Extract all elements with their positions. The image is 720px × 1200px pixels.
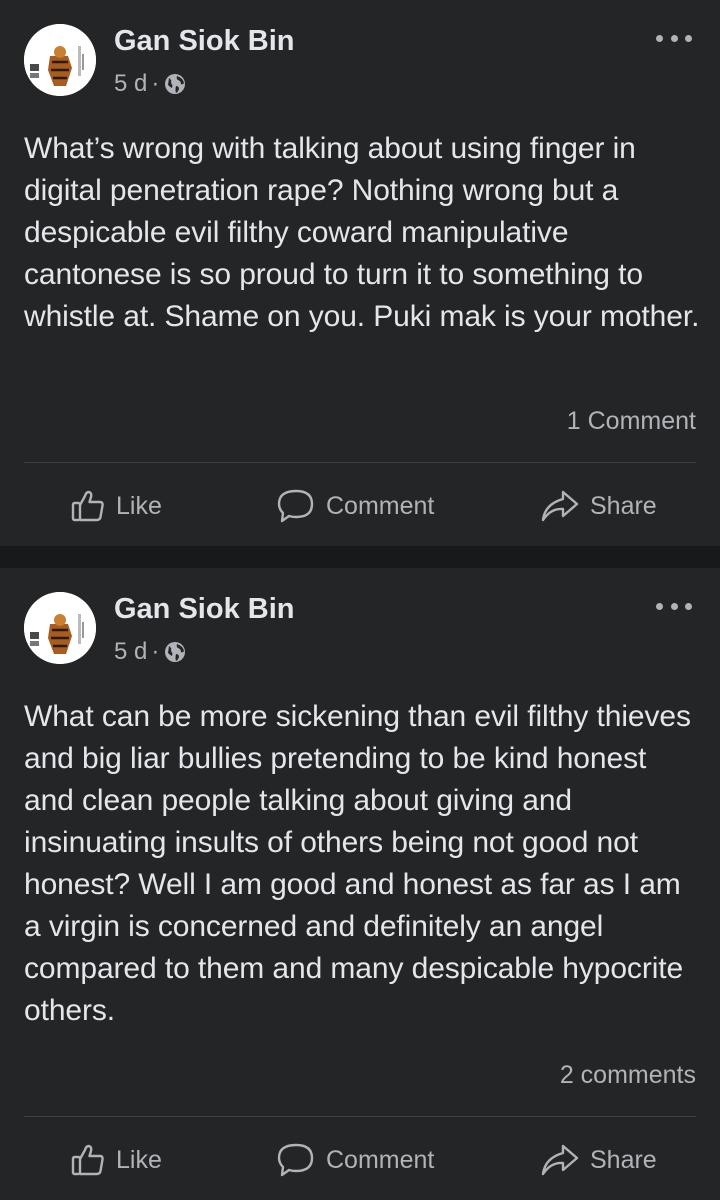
divider	[24, 1116, 696, 1117]
share-icon	[541, 1144, 579, 1176]
more-options-icon[interactable]	[656, 30, 692, 46]
comment-label: Comment	[326, 1145, 435, 1174]
feed-post: Gan Siok Bin 5 d · What can be more sick…	[0, 568, 720, 1200]
globe-icon	[164, 73, 186, 95]
comment-icon	[277, 489, 314, 523]
author-avatar[interactable]	[24, 592, 96, 664]
post-meta: 5 d ·	[114, 68, 186, 100]
post-actions: Like Comment Share	[0, 476, 720, 536]
share-icon	[541, 490, 579, 522]
author-name[interactable]: Gan Siok Bin	[114, 24, 294, 58]
comment-count[interactable]: 1 Comment	[567, 405, 696, 437]
thumbs-up-icon	[71, 1144, 104, 1176]
share-label: Share	[590, 1145, 657, 1174]
more-options-icon[interactable]	[656, 598, 692, 614]
share-button[interactable]: Share	[540, 476, 657, 536]
post-text: What can be more sickening than evil fil…	[24, 700, 691, 1027]
meta-separator: ·	[151, 638, 160, 665]
comment-button[interactable]: Comment	[276, 476, 434, 536]
comment-count[interactable]: 2 comments	[560, 1059, 696, 1091]
like-button[interactable]: Like	[70, 1130, 162, 1190]
share-label: Share	[590, 491, 657, 520]
post-time[interactable]: 5 d	[114, 70, 147, 98]
share-button[interactable]: Share	[540, 1130, 657, 1190]
post-time[interactable]: 5 d	[114, 638, 147, 666]
meta-separator: ·	[151, 70, 160, 97]
thumbs-up-icon	[71, 490, 104, 522]
comment-icon	[277, 1143, 314, 1177]
feed-post: Gan Siok Bin 5 d · What’s wrong with tal…	[0, 0, 720, 546]
globe-icon	[164, 641, 186, 663]
divider	[24, 462, 696, 463]
author-name[interactable]: Gan Siok Bin	[114, 592, 294, 626]
comment-button[interactable]: Comment	[276, 1130, 434, 1190]
like-label: Like	[116, 491, 162, 520]
post-meta: 5 d ·	[114, 636, 186, 668]
comment-label: Comment	[326, 491, 435, 520]
post-actions: Like Comment Share	[0, 1130, 720, 1190]
like-label: Like	[116, 1145, 162, 1174]
post-text: What’s wrong with talking about using fi…	[24, 132, 700, 333]
like-button[interactable]: Like	[70, 476, 162, 536]
author-avatar[interactable]	[24, 24, 96, 96]
